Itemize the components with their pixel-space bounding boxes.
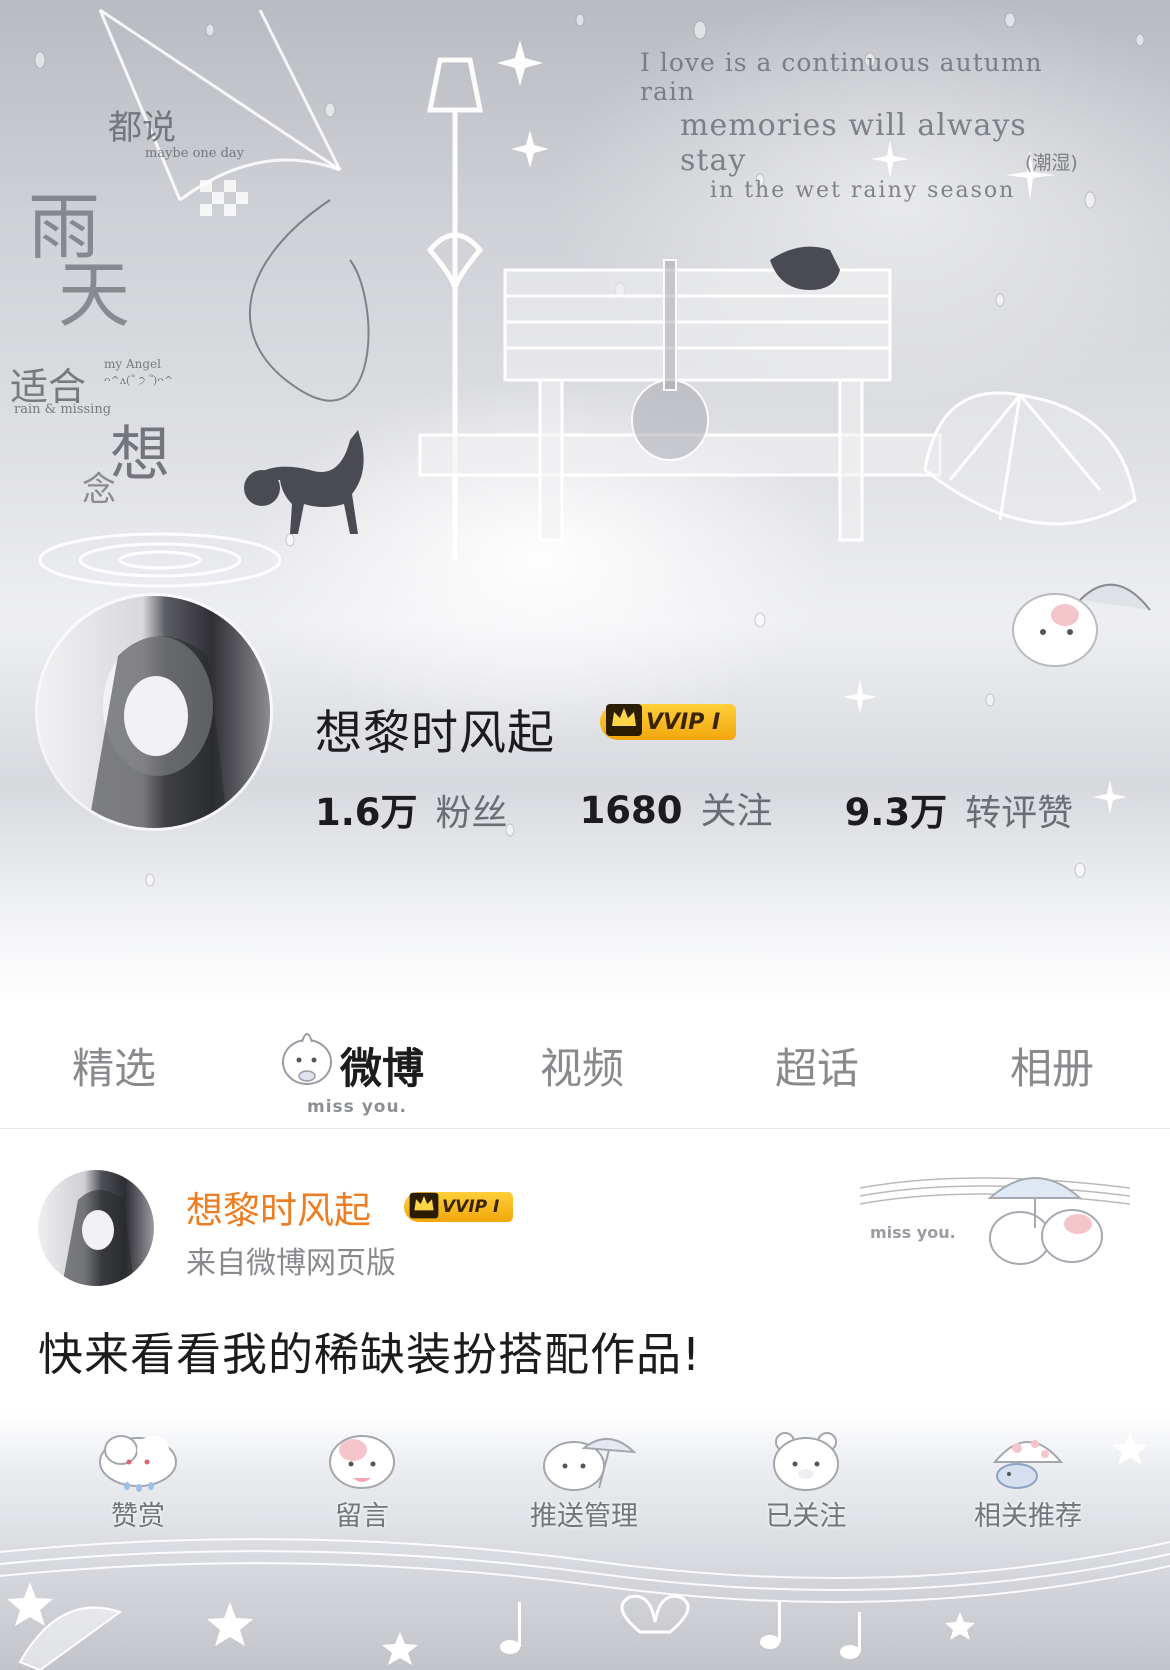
post-text: 快来看看我的稀缺装扮搭配作品!	[38, 1328, 702, 1381]
bear-icon	[773, 1432, 839, 1491]
action-label: 推送管理	[530, 1501, 638, 1532]
profile-avatar[interactable]	[38, 596, 270, 828]
umbrella-bunny-icon	[543, 1438, 637, 1491]
vip-label: VVIP Ⅰ	[646, 709, 721, 735]
deco-text-nian: 念	[82, 470, 116, 510]
decoration-text: miss you.	[870, 1223, 956, 1242]
tab-weibo[interactable]: 微博	[340, 1035, 424, 1096]
post-author-name[interactable]: 想黎时风起	[186, 1180, 371, 1234]
stat-label: 转评赞	[965, 793, 1074, 834]
profile-stats: 1.6万 粉丝 1680 关注 9.3万 转评赞	[315, 782, 1145, 836]
deco-text-maybe: maybe one day	[145, 146, 245, 161]
stat-followers[interactable]: 1.6万 粉丝	[315, 782, 508, 836]
post-source: 来自微博网页版	[186, 1246, 396, 1281]
avatar-illustration	[88, 636, 228, 828]
post-author-avatar[interactable]	[38, 1170, 154, 1286]
action-recommend[interactable]: 相关推荐	[928, 1428, 1128, 1533]
action-label: 已关注	[765, 1501, 847, 1532]
tab-video[interactable]: 视频	[540, 1035, 624, 1096]
bunny-icon	[329, 1435, 395, 1489]
cloud-bunny-icon	[99, 1435, 177, 1492]
stat-following[interactable]: 1680 关注	[580, 782, 773, 836]
mushroom-icon	[992, 1440, 1064, 1489]
deco-text-tian: 天	[58, 253, 131, 337]
action-reward[interactable]: 赞赏	[38, 1428, 238, 1533]
tab-supertopic[interactable]: 超话	[775, 1035, 859, 1096]
profile-header: I love is a continuous autumn rain memor…	[0, 0, 1170, 1005]
action-label: 留言	[335, 1501, 389, 1532]
stat-value: 1680	[579, 789, 683, 832]
action-following[interactable]: 已关注	[706, 1428, 906, 1533]
action-comment[interactable]: 留言	[262, 1428, 462, 1533]
vip-badge[interactable]: VVIP Ⅰ	[600, 704, 737, 740]
action-push-settings[interactable]: 推送管理	[484, 1428, 684, 1533]
poem-note: (潮湿)	[1025, 152, 1078, 174]
post-card-decoration: miss you.	[859, 1177, 1131, 1265]
stat-label: 粉丝	[435, 793, 508, 834]
stat-value: 1.6万	[315, 791, 418, 834]
crown-icon	[606, 704, 642, 736]
poem-text: I love is a continuous autumn rain memor…	[640, 48, 1100, 203]
stat-label: 关注	[700, 791, 773, 832]
avatar-illustration	[62, 1190, 134, 1286]
bunny-mascot-icon	[282, 1033, 332, 1085]
bottom-action-bar: 赞赏 留言 推送管理 已关注 相关推荐	[0, 1412, 1170, 1670]
profile-tabs: 精选 微博 视频 超话 相册	[0, 1005, 1170, 1129]
tab-album[interactable]: 相册	[1010, 1035, 1094, 1096]
stat-value: 9.3万	[844, 791, 948, 834]
deco-text-rain: rain & missing	[14, 402, 112, 417]
profile-name: 想黎时风起	[315, 706, 555, 761]
action-label: 赞赏	[111, 1501, 165, 1532]
post-vip-badge[interactable]: VVIP Ⅰ	[404, 1192, 514, 1222]
deco-text-xiang: 想	[110, 420, 170, 490]
poem-line-3: in the wet rainy season	[710, 178, 1016, 203]
action-label: 相关推荐	[974, 1501, 1082, 1532]
deco-text-kaomoji: ᴖ^ᴧ(՞ ੭ ՞)ᴖ^	[104, 374, 174, 387]
tab-decoration-text: miss you.	[307, 1097, 408, 1117]
vip-label: VVIP Ⅰ	[442, 1197, 500, 1217]
poem-line-1: I love is a continuous autumn rain	[640, 48, 1043, 106]
deco-text-angel: my Angel	[104, 357, 161, 371]
deco-text-dushuo: 都说	[108, 108, 176, 148]
stat-reposts-likes[interactable]: 9.3万 转评赞	[845, 782, 1074, 836]
tab-featured[interactable]: 精选	[72, 1035, 156, 1096]
crown-icon	[409, 1192, 439, 1219]
